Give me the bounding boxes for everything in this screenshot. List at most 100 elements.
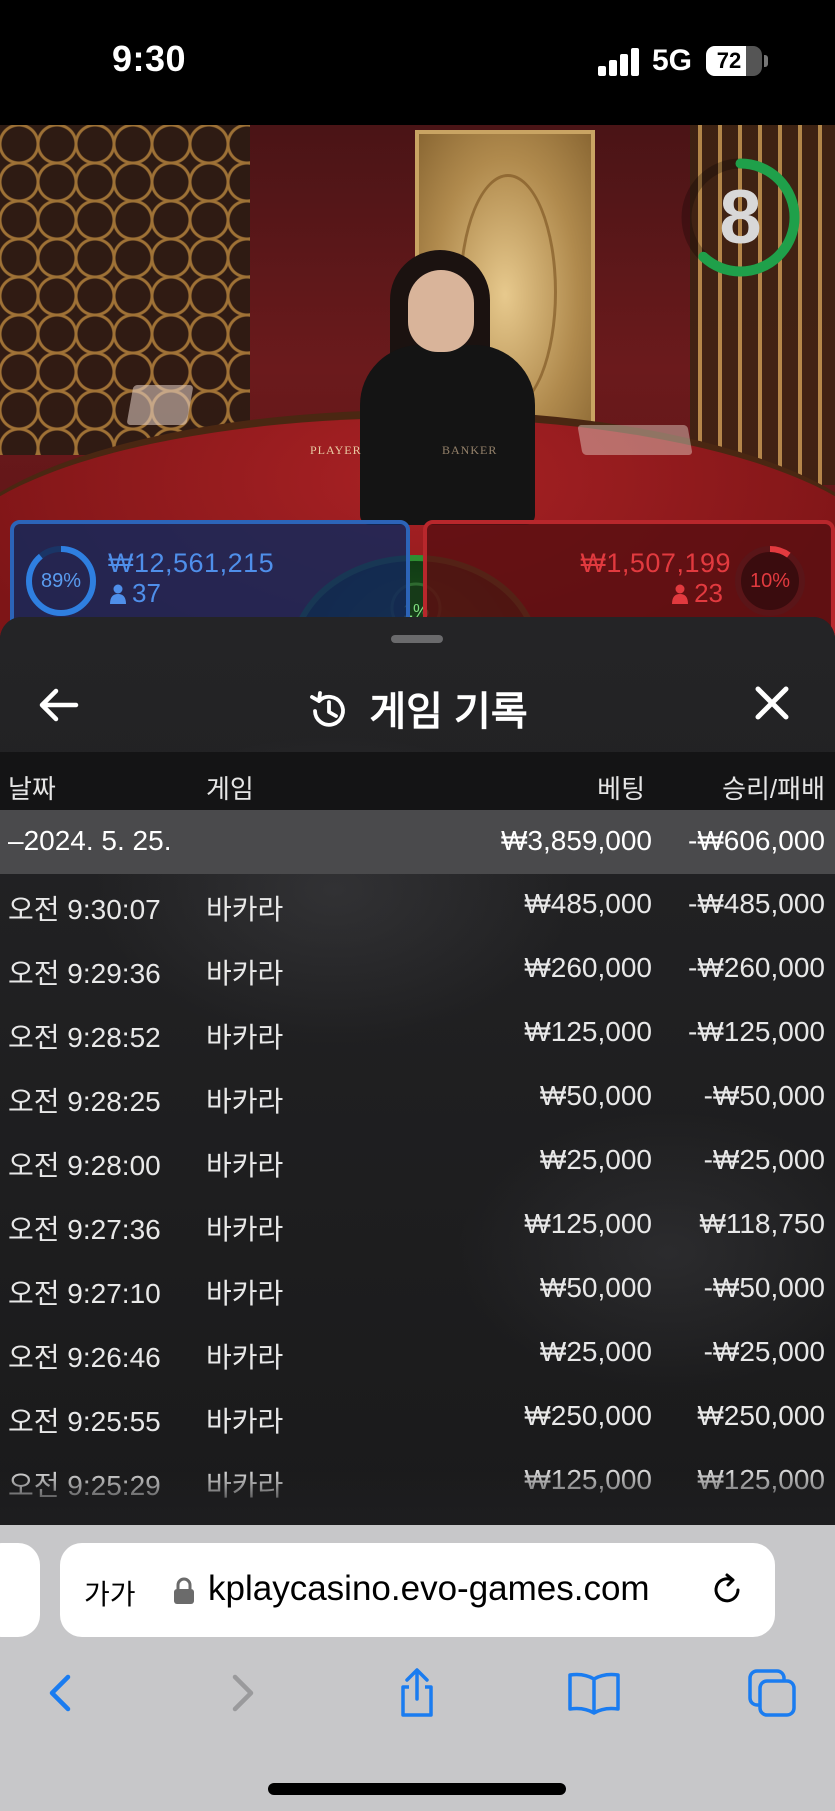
row-game: 바카라 <box>206 1406 284 1437</box>
column-header-win-loss: 승리/패배 <box>722 774 825 804</box>
date-group-win-loss-total: -₩606,000 <box>688 825 825 856</box>
history-row[interactable]: 오전 9:28:00 바카라 ₩25,000 -₩25,000 <box>0 1130 835 1194</box>
banker-gauge: 10% <box>733 544 807 618</box>
date-group-row[interactable]: –2024. 5. 25. ₩3,859,000 -₩606,000 <box>0 810 835 874</box>
countdown-timer: 8 <box>678 155 803 280</box>
row-win-loss: -₩25,000 <box>703 1336 825 1367</box>
row-win-loss: -₩260,000 <box>688 952 825 983</box>
row-bet: ₩25,000 <box>539 1336 652 1367</box>
player-gauge: 89% <box>24 544 98 618</box>
person-icon <box>110 584 126 604</box>
player-percent: 89% <box>40 570 82 592</box>
history-row[interactable]: 오전 9:27:36 바카라 ₩125,000 ₩118,750 <box>0 1194 835 1258</box>
row-time: 오전 9:27:36 <box>8 1214 161 1245</box>
player-pool-amount: ₩12,561,215 <box>108 548 275 578</box>
column-header-bet: 베팅 <box>597 774 645 804</box>
previous-tab-peek[interactable] <box>0 1543 40 1637</box>
row-time: 오전 9:29:36 <box>8 958 161 989</box>
row-bet: ₩250,000 <box>524 1400 652 1431</box>
card-shoe <box>126 385 194 425</box>
table-header: 날짜 게임 베팅 승리/패배 <box>0 752 835 810</box>
row-game: 바카라 <box>206 894 284 925</box>
discard-tray <box>577 425 693 455</box>
address-bar[interactable]: 가가 kplaycasino.evo-games.com <box>60 1543 775 1637</box>
nav-back-button[interactable] <box>34 1665 90 1721</box>
url-text[interactable]: kplaycasino.evo-games.com <box>208 1569 650 1609</box>
row-game: 바카라 <box>206 1150 284 1181</box>
table-label-banker: BANKER <box>442 443 498 457</box>
live-video[interactable]: PLAYER BANKER 8 1% 89% ₩12,561,215 37 ₩1… <box>0 125 835 665</box>
row-game: 바카라 <box>206 1022 284 1053</box>
row-win-loss: -₩50,000 <box>703 1080 825 1111</box>
home-indicator <box>268 1783 566 1795</box>
row-bet: ₩125,000 <box>524 1016 652 1047</box>
person-icon <box>672 584 689 604</box>
row-bet: ₩50,000 <box>539 1272 652 1303</box>
history-row[interactable]: 오전 9:28:25 바카라 ₩50,000 -₩50,000 <box>0 1066 835 1130</box>
row-time: 오전 9:30:07 <box>8 894 161 925</box>
status-time: 9:30 <box>112 38 187 79</box>
banker-pool-amount: ₩1,507,199 <box>580 548 731 578</box>
banker-count-value: 23 <box>694 578 723 608</box>
book-icon <box>568 1672 620 1715</box>
panel-title: 게임 기록 <box>369 690 528 734</box>
close-icon <box>755 686 789 720</box>
history-clock-icon <box>310 691 346 727</box>
row-time: 오전 9:25:55 <box>8 1406 161 1437</box>
row-game: 바카라 <box>206 1214 284 1245</box>
row-bet: ₩485,000 <box>524 888 652 919</box>
lock-icon <box>174 1577 194 1604</box>
row-game: 바카라 <box>206 1086 284 1117</box>
row-game: 바카라 <box>206 1278 284 1309</box>
date-group-label: –2024. 5. 25. <box>8 825 172 856</box>
panel-header: 게임 기록 <box>0 657 835 747</box>
battery-icon: 72 <box>706 46 762 76</box>
history-row[interactable]: 오전 9:28:52 바카라 ₩125,000 -₩125,000 <box>0 1002 835 1066</box>
game-history-panel: 게임 기록 날짜 게임 베팅 승리/패배 –2024. 5. 25. ₩3,85… <box>0 617 835 1525</box>
row-time: 오전 9:28:00 <box>8 1150 161 1181</box>
history-row[interactable]: 오전 9:25:55 바카라 ₩250,000 ₩250,000 <box>0 1386 835 1450</box>
banker-percent: 10% <box>749 570 791 592</box>
row-bet: ₩260,000 <box>524 952 652 983</box>
battery-nub <box>764 55 768 67</box>
row-win-loss: ₩118,750 <box>699 1208 825 1239</box>
history-row[interactable]: 오전 9:27:10 바카라 ₩50,000 -₩50,000 <box>0 1258 835 1322</box>
row-win-loss: ₩250,000 <box>697 1400 825 1431</box>
scroll-fade <box>0 1467 835 1525</box>
row-game: 바카라 <box>206 958 284 989</box>
history-row[interactable]: 오전 9:30:07 바카라 ₩485,000 -₩485,000 <box>0 874 835 938</box>
sheet-grabber[interactable] <box>391 635 443 643</box>
tabs-button[interactable] <box>744 1665 800 1721</box>
network-type: 5G <box>652 44 693 77</box>
row-win-loss: -₩25,000 <box>703 1144 825 1175</box>
browser-toolbar <box>0 1655 835 1735</box>
tabs-icon <box>748 1669 796 1717</box>
date-group-bet-total: ₩3,859,000 <box>501 825 652 856</box>
player-bettor-count: 37 <box>110 578 161 609</box>
column-header-date: 날짜 <box>8 774 56 804</box>
bookmarks-button[interactable] <box>566 1665 622 1721</box>
chevron-left-icon <box>49 1674 71 1712</box>
share-button[interactable] <box>389 1665 445 1721</box>
player-count-value: 37 <box>132 578 161 608</box>
panel-title-group: 게임 기록 <box>0 679 835 737</box>
history-row[interactable]: 오전 9:26:46 바카라 ₩25,000 -₩25,000 <box>0 1322 835 1386</box>
signal-icon <box>598 48 640 76</box>
row-win-loss: -₩50,000 <box>703 1272 825 1303</box>
row-game: 바카라 <box>206 1342 284 1373</box>
row-time: 오전 9:26:46 <box>8 1342 161 1373</box>
nav-forward-button[interactable] <box>213 1665 269 1721</box>
row-win-loss: -₩125,000 <box>688 1016 825 1047</box>
row-bet: ₩125,000 <box>524 1208 652 1239</box>
row-time: 오전 9:28:25 <box>8 1086 161 1117</box>
dealer <box>360 250 535 530</box>
text-size-button[interactable]: 가가 <box>84 1573 136 1613</box>
history-row[interactable]: 오전 9:29:36 바카라 ₩260,000 -₩260,000 <box>0 938 835 1002</box>
table-label-player: PLAYER <box>310 443 362 457</box>
battery-level: 72 <box>716 48 742 73</box>
column-header-game: 게임 <box>206 774 254 804</box>
share-icon <box>401 1668 433 1717</box>
close-button[interactable] <box>740 677 804 733</box>
row-win-loss: -₩485,000 <box>688 888 825 919</box>
reload-icon[interactable] <box>708 1571 746 1609</box>
